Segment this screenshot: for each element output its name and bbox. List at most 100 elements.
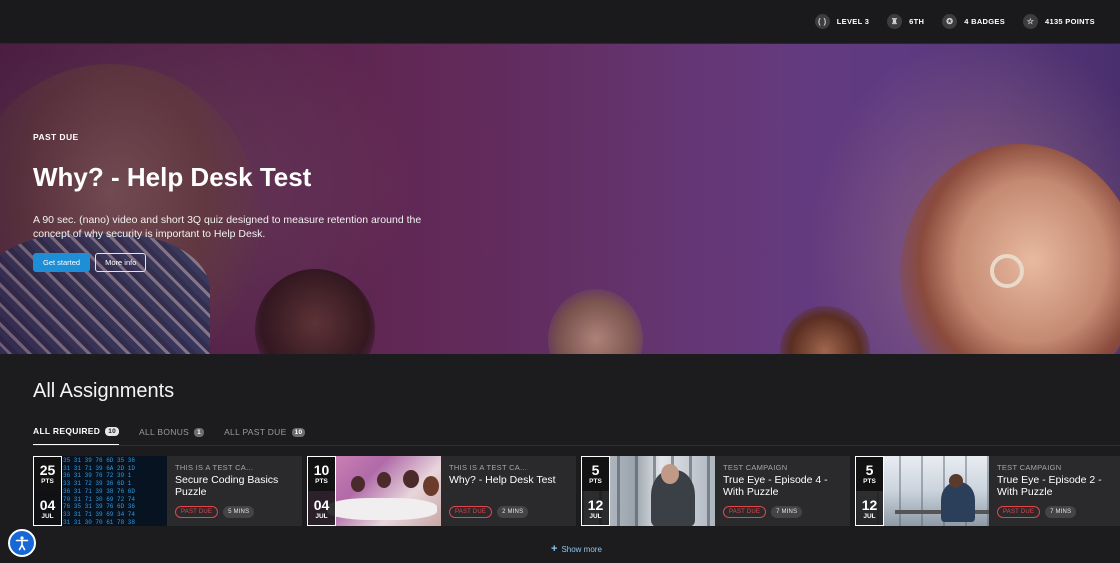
tab-all-bonus[interactable]: ALL BONUS 1 — [139, 426, 205, 446]
due-month: JUL — [315, 512, 328, 520]
rank-label: 6TH — [909, 17, 925, 26]
thumbnail-person — [377, 472, 391, 488]
points-box: 10 PTS — [307, 456, 336, 491]
points-label: PTS — [863, 477, 876, 485]
assignment-meta: PAST DUE 2 MINS — [449, 506, 529, 518]
top-bar: ( ) LEVEL 3 ♜ 6TH ✪ 4 BADGES ☆ 4135 POIN… — [0, 0, 1120, 44]
accessibility-button[interactable] — [8, 529, 36, 557]
assignment-card[interactable]: 35 31 39 76 6D 35 36 31 31 71 39 6A 2D 1… — [33, 456, 302, 526]
tab-label: ALL PAST DUE — [224, 427, 287, 437]
tab-count-badge: 1 — [194, 427, 205, 437]
plus-icon: + — [551, 543, 558, 555]
due-month: JUL — [589, 512, 602, 520]
assignment-title: Secure Coding Basics Puzzle — [175, 474, 279, 498]
thumbnail-person — [351, 476, 365, 492]
campaign-name: THIS IS A TEST CA... — [449, 463, 528, 472]
thumbnail-person — [403, 470, 419, 488]
star-icon: ☆ — [1023, 14, 1038, 29]
due-month: JUL — [863, 512, 876, 520]
assignment-thumbnail: 35 31 39 76 6D 35 36 31 31 71 39 6A 2D 1… — [33, 456, 167, 526]
hero-status-tag: PAST DUE — [33, 132, 79, 142]
assignment-meta: PAST DUE 7 MINS — [997, 506, 1077, 518]
level-icon: ( ) — [814, 14, 830, 29]
points-value: 5 — [865, 461, 874, 478]
assignment-info: TEST CAMPAIGN True Eye - Episode 4 - Wit… — [715, 456, 850, 526]
assignment-thumbnail: 5 PTS 12 JUL — [855, 456, 989, 526]
hero-actions: Get started More info — [33, 253, 453, 272]
badges-label: 4 BADGES — [964, 17, 1005, 26]
past-due-badge: PAST DUE — [175, 506, 219, 518]
points-date-badge: 5 PTS 12 JUL — [855, 456, 884, 526]
past-due-badge: PAST DUE — [997, 506, 1041, 518]
due-date-box: 04 JUL — [33, 491, 62, 526]
assignment-cards: 35 31 39 76 6D 35 36 31 31 71 39 6A 2D 1… — [33, 456, 1120, 526]
tabs-divider — [33, 445, 1120, 446]
points-value: 10 — [313, 461, 330, 478]
duration-badge: 5 MINS — [223, 506, 255, 518]
points-label: PTS — [41, 477, 54, 485]
points-label: PTS — [589, 477, 602, 485]
assignment-title: Why? - Help Desk Test — [449, 474, 556, 486]
thumbnail-person-head — [949, 474, 963, 488]
tab-count-badge: 10 — [105, 426, 120, 436]
badges-stat[interactable]: ✪ 4 BADGES — [942, 14, 1005, 29]
assignment-title: True Eye - Episode 2 - With Puzzle — [997, 474, 1102, 498]
assignment-card[interactable]: 5 PTS 12 JUL TEST CAMPAIGN True Eye - Ep… — [581, 456, 850, 526]
points-value: 5 — [591, 461, 600, 478]
due-date-box: 12 JUL — [581, 491, 610, 526]
show-more-label: Show more — [561, 544, 602, 554]
accessibility-icon — [15, 536, 29, 551]
assignment-thumbnail: 10 PTS 04 JUL — [307, 456, 441, 526]
level-stat[interactable]: ( ) LEVEL 3 — [814, 14, 870, 29]
due-day: 04 — [39, 496, 56, 513]
get-started-button[interactable]: Get started — [33, 253, 91, 272]
rank-icon: ♜ — [887, 14, 903, 29]
campaign-name: THIS IS A TEST CA... — [175, 463, 254, 472]
assignment-info: THIS IS A TEST CA... Why? - Help Desk Te… — [441, 456, 576, 526]
tab-count-badge: 10 — [291, 427, 306, 437]
assignment-meta: PAST DUE 5 MINS — [175, 506, 255, 518]
tab-all-past-due[interactable]: ALL PAST DUE 10 — [224, 426, 306, 446]
thumbnail-table — [327, 498, 437, 520]
assignment-tabs: ALL REQUIRED 10 ALL BONUS 1 ALL PAST DUE… — [33, 426, 306, 446]
points-date-badge: 10 PTS 04 JUL — [307, 456, 336, 526]
past-due-badge: PAST DUE — [449, 506, 493, 518]
due-date-box: 04 JUL — [307, 491, 336, 526]
more-info-button[interactable]: More info — [95, 253, 147, 272]
due-date-box: 12 JUL — [855, 491, 884, 526]
tab-label: ALL BONUS — [139, 427, 190, 437]
assignment-meta: PAST DUE 7 MINS — [723, 506, 803, 518]
points-box: 25 PTS — [33, 456, 62, 491]
thumbnail-person — [941, 482, 975, 522]
thumbnail-person-head — [661, 464, 679, 484]
assignment-card[interactable]: 10 PTS 04 JUL THIS IS A TEST CA... Why? … — [307, 456, 576, 526]
assignment-title: True Eye - Episode 4 - With Puzzle — [723, 474, 828, 498]
tab-label: ALL REQUIRED — [33, 426, 101, 436]
assignment-card[interactable]: 5 PTS 12 JUL TEST CAMPAIGN True Eye - Ep… — [855, 456, 1120, 526]
past-due-badge: PAST DUE — [723, 506, 767, 518]
points-label: 4135 POINTS — [1045, 17, 1095, 26]
assignment-info: THIS IS A TEST CA... Secure Coding Basic… — [167, 456, 302, 526]
level-label: LEVEL 3 — [836, 17, 870, 26]
tab-all-required[interactable]: ALL REQUIRED 10 — [33, 426, 120, 446]
rank-stat[interactable]: ♜ 6TH — [887, 14, 924, 29]
due-day: 04 — [313, 496, 330, 513]
points-box: 5 PTS — [581, 456, 610, 491]
points-box: 5 PTS — [855, 456, 884, 491]
points-date-badge: 5 PTS 12 JUL — [581, 456, 610, 526]
points-value: 25 — [39, 461, 56, 478]
hero-content: PAST DUE Why? - Help Desk Test A 90 sec.… — [33, 132, 453, 272]
due-day: 12 — [587, 496, 604, 513]
due-day: 12 — [861, 496, 878, 513]
points-date-badge: 25 PTS 04 JUL — [33, 456, 62, 526]
duration-badge: 7 MINS — [1045, 506, 1077, 518]
thumbnail-person — [423, 476, 439, 496]
hero-banner: PAST DUE Why? - Help Desk Test A 90 sec.… — [0, 44, 1120, 354]
points-label: PTS — [315, 477, 328, 485]
thumbnail-code-text: 35 31 39 76 6D 35 36 31 31 71 39 6A 2D 1… — [63, 457, 136, 526]
campaign-name: TEST CAMPAIGN — [997, 463, 1062, 472]
duration-badge: 7 MINS — [771, 506, 803, 518]
assignment-thumbnail: 5 PTS 12 JUL — [581, 456, 715, 526]
show-more-link[interactable]: + Show more — [551, 543, 602, 555]
points-stat[interactable]: ☆ 4135 POINTS — [1023, 14, 1095, 29]
